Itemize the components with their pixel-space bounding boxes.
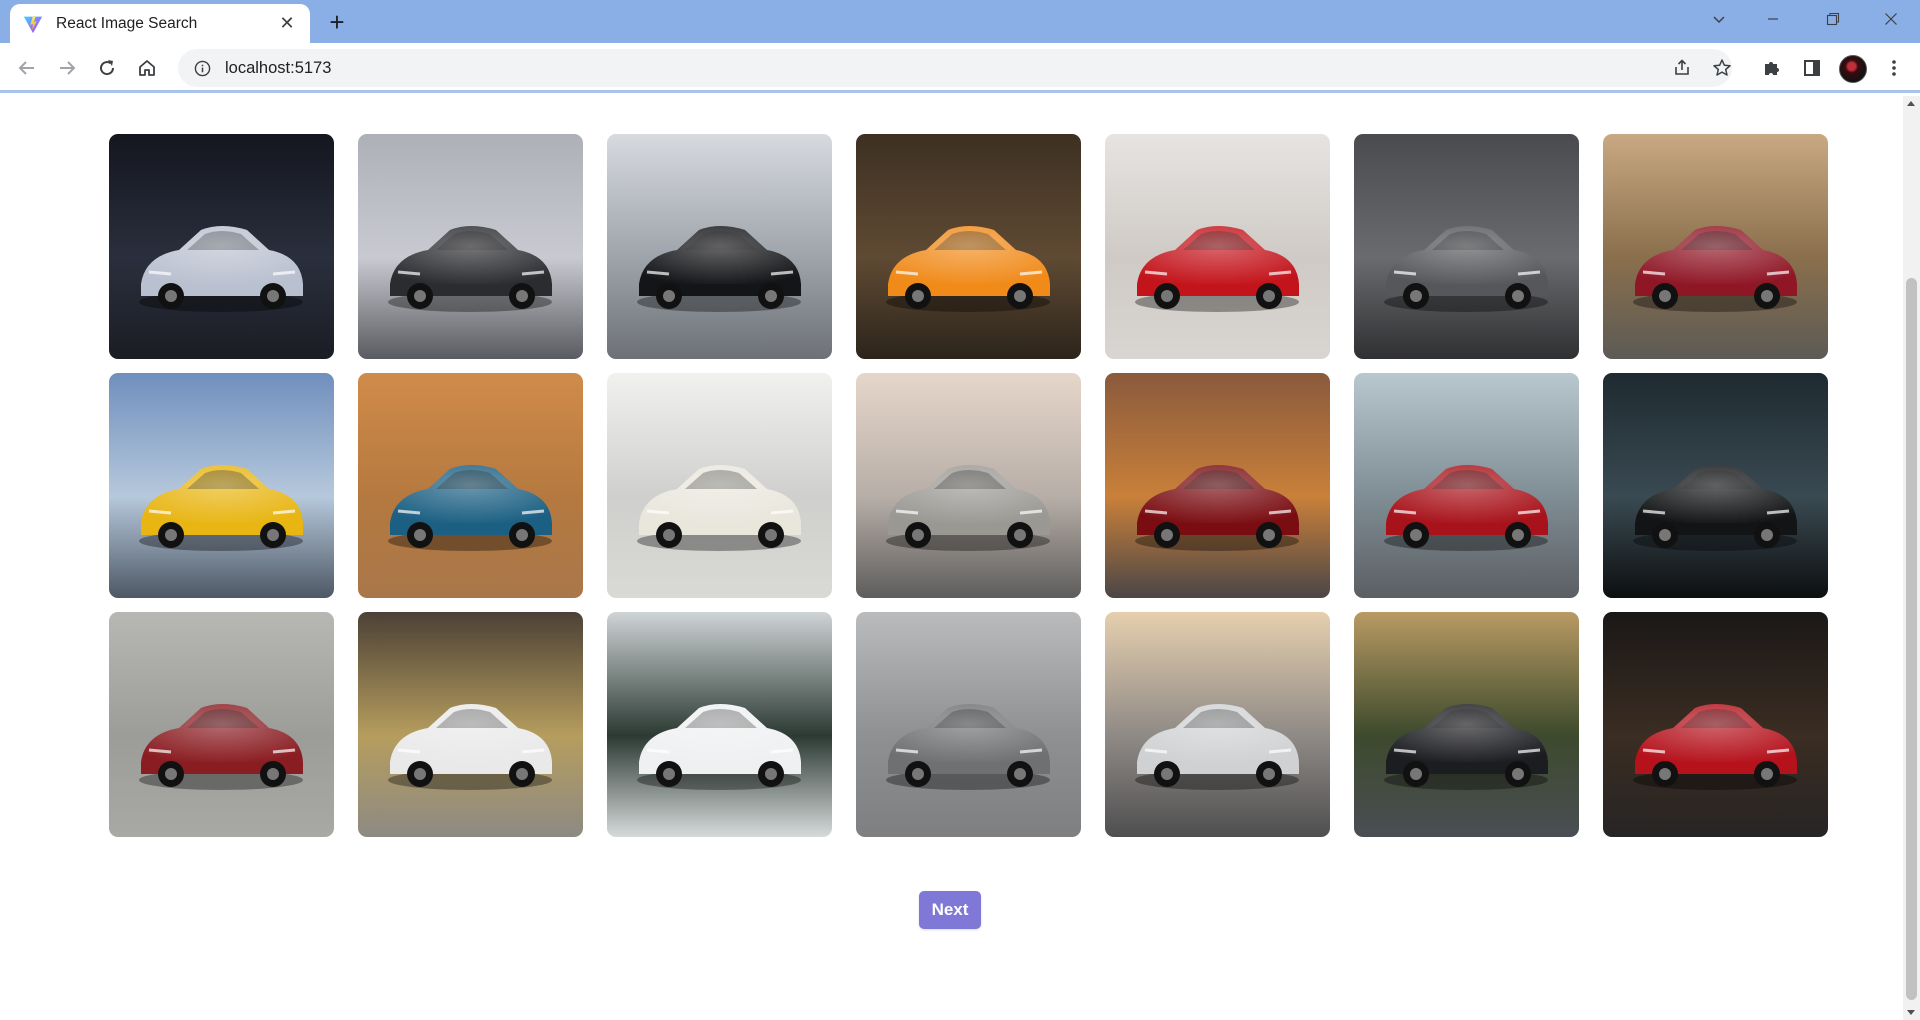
car-photo xyxy=(1354,612,1579,837)
share-icon[interactable] xyxy=(1666,52,1698,84)
car-photo xyxy=(358,612,583,837)
car-photo xyxy=(109,373,334,598)
car-photo xyxy=(358,134,583,359)
back-arrow-icon[interactable] xyxy=(11,52,43,84)
address-bar[interactable]: localhost:5173 xyxy=(178,49,1732,87)
restore-window-button[interactable] xyxy=(1810,2,1856,36)
gallery-image[interactable] xyxy=(1603,373,1828,598)
kebab-menu-icon[interactable] xyxy=(1878,52,1910,84)
gallery-image[interactable] xyxy=(1354,612,1579,837)
car-photo xyxy=(1603,373,1828,598)
gallery-image[interactable] xyxy=(1105,134,1330,359)
gallery-image[interactable] xyxy=(1603,134,1828,359)
home-icon[interactable] xyxy=(131,52,163,84)
tab-title: React Image Search xyxy=(56,14,198,32)
gallery-image[interactable] xyxy=(1603,612,1828,837)
car-photo xyxy=(1105,134,1330,359)
car-photo xyxy=(109,134,334,359)
page-viewport: Next xyxy=(0,96,1920,1020)
gallery-image[interactable] xyxy=(1105,612,1330,837)
car-photo xyxy=(1354,373,1579,598)
vite-logo-icon xyxy=(23,15,43,33)
close-window-button[interactable] xyxy=(1868,2,1914,36)
minimize-window-button[interactable] xyxy=(1750,2,1796,36)
tab-search-icon[interactable] xyxy=(1704,8,1734,32)
car-photo xyxy=(1603,134,1828,359)
scroll-down-arrow-icon[interactable] xyxy=(1907,1010,1915,1015)
scroll-up-arrow-icon[interactable] xyxy=(1907,101,1915,106)
gallery-image[interactable] xyxy=(1354,373,1579,598)
profile-avatar[interactable] xyxy=(1839,55,1867,83)
car-photo xyxy=(856,134,1081,359)
scrollbar-thumb[interactable] xyxy=(1906,278,1917,1000)
next-page-button[interactable]: Next xyxy=(919,891,981,929)
car-photo xyxy=(358,373,583,598)
forward-arrow-icon[interactable] xyxy=(51,52,83,84)
car-photo xyxy=(607,134,832,359)
gallery-image[interactable] xyxy=(856,134,1081,359)
url-text[interactable]: localhost:5173 xyxy=(225,59,331,78)
page-scrollbar[interactable] xyxy=(1903,96,1920,1020)
info-icon[interactable] xyxy=(192,58,212,78)
gallery-image[interactable] xyxy=(856,612,1081,837)
new-tab-button[interactable]: + xyxy=(322,8,352,36)
gallery-image[interactable] xyxy=(1354,134,1579,359)
car-photo xyxy=(1105,612,1330,837)
car-photo xyxy=(1105,373,1330,598)
browser-toolbar: localhost:5173 xyxy=(0,43,1920,93)
tab-strip: React Image Search ✕ + xyxy=(0,0,1920,43)
gallery-image[interactable] xyxy=(607,134,832,359)
car-photo xyxy=(607,373,832,598)
gallery-image[interactable] xyxy=(109,134,334,359)
side-panel-icon[interactable] xyxy=(1796,52,1828,84)
puzzle-icon[interactable] xyxy=(1756,52,1788,84)
reload-icon[interactable] xyxy=(91,52,123,84)
close-tab-icon[interactable]: ✕ xyxy=(276,13,298,35)
gallery-image[interactable] xyxy=(607,612,832,837)
gallery-image[interactable] xyxy=(856,373,1081,598)
car-photo xyxy=(856,373,1081,598)
gallery-image[interactable] xyxy=(358,134,583,359)
car-photo xyxy=(1603,612,1828,837)
car-photo xyxy=(856,612,1081,837)
car-photo xyxy=(109,612,334,837)
gallery-image[interactable] xyxy=(109,373,334,598)
image-gallery xyxy=(109,134,1828,837)
gallery-image[interactable] xyxy=(607,373,832,598)
gallery-image[interactable] xyxy=(1105,373,1330,598)
star-icon[interactable] xyxy=(1706,52,1738,84)
gallery-image[interactable] xyxy=(109,612,334,837)
car-photo xyxy=(607,612,832,837)
gallery-image[interactable] xyxy=(358,373,583,598)
browser-tab[interactable]: React Image Search ✕ xyxy=(10,4,310,43)
car-photo xyxy=(1354,134,1579,359)
gallery-image[interactable] xyxy=(358,612,583,837)
